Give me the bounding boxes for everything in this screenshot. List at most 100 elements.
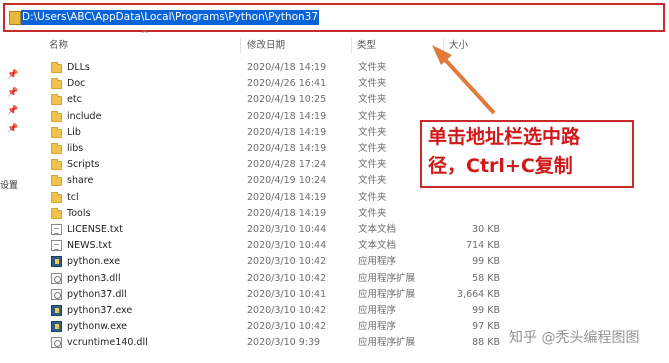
- file-size: 88 KB: [472, 337, 500, 349]
- file-size: 99 KB: [472, 256, 500, 268]
- file-type: 文件夹: [358, 159, 387, 171]
- exe-icon: [51, 256, 62, 268]
- column-header-name[interactable]: 名称: [49, 37, 68, 55]
- file-row[interactable]: DLLs 2020/4/18 14:19 文件夹: [0, 60, 669, 76]
- sort-up-icon: ^: [141, 30, 149, 40]
- annotation-text: 单击地址栏选中路 径，Ctrl+C复制: [428, 123, 633, 181]
- file-date: 2020/3/10 9:39: [247, 337, 321, 349]
- folder-icon: [51, 207, 62, 219]
- file-row[interactable]: python37.exe 2020/3/10 10:42 应用程序 99 KB: [0, 303, 669, 319]
- file-date: 2020/4/19 10:25: [247, 94, 327, 106]
- file-type: 文本文档: [358, 240, 397, 252]
- file-row[interactable]: NEWS.txt 2020/3/10 10:44 文本文档 714 KB: [0, 238, 669, 254]
- column-header-date[interactable]: 修改日期: [247, 37, 285, 55]
- column-divider[interactable]: [351, 38, 352, 53]
- file-type: 文件夹: [358, 143, 387, 154]
- text-icon: [51, 240, 62, 252]
- file-type: 文件夹: [358, 126, 387, 138]
- file-date: 2020/4/18 14:19: [247, 62, 327, 73]
- file-date: 2020/4/18 14:19: [247, 110, 327, 122]
- file-name: share: [67, 175, 94, 187]
- file-type: 应用程序: [358, 256, 397, 268]
- folder-icon: [51, 191, 62, 203]
- file-type: 应用程序扩展: [358, 288, 416, 300]
- address-path-selected[interactable]: D:\Users\ABC\AppData\Local\Programs\Pyth…: [21, 10, 320, 25]
- text-icon: [51, 224, 62, 235]
- file-name: python3.dll: [67, 272, 121, 284]
- exe-icon: [51, 305, 62, 316]
- file-type: 文件夹: [358, 110, 387, 122]
- file-date: 2020/3/10 10:42: [247, 321, 327, 333]
- file-date: 2020/4/26 16:41: [247, 78, 327, 90]
- file-type: 文件夹: [358, 62, 387, 73]
- file-type: 文件夹: [358, 94, 387, 106]
- file-date: 2020/4/19 10:24: [247, 175, 327, 187]
- file-row[interactable]: Doc 2020/4/26 16:41 文件夹: [0, 76, 669, 92]
- file-date: 2020/4/18 14:19: [247, 143, 327, 154]
- file-name: etc: [67, 94, 82, 106]
- file-size: 714 KB: [466, 240, 500, 252]
- dll-icon: [51, 272, 62, 284]
- watermark: 知乎 @秃头编程图图: [509, 330, 640, 346]
- column-header-type[interactable]: 类型: [357, 37, 376, 55]
- annotation-line-2: 径，Ctrl+C复制: [428, 155, 573, 177]
- annotation-line-1: 单击地址栏选中路: [428, 126, 581, 148]
- file-type: 应用程序: [358, 305, 397, 316]
- file-size: 58 KB: [472, 272, 500, 284]
- file-name: Scripts: [67, 159, 100, 171]
- address-bar[interactable]: D:\Users\ABC\AppData\Local\Programs\Pyth…: [3, 3, 665, 32]
- folder-icon: [51, 62, 62, 73]
- dll-icon: [51, 288, 62, 300]
- file-row[interactable]: etc 2020/4/19 10:25 文件夹: [0, 92, 669, 108]
- file-name: pythonw.exe: [67, 321, 128, 333]
- folder-icon: [51, 159, 62, 171]
- file-row[interactable]: python.exe 2020/3/10 10:42 应用程序 99 KB: [0, 254, 669, 270]
- file-size: 30 KB: [472, 224, 500, 235]
- file-name: Doc: [67, 78, 86, 90]
- file-type: 应用程序扩展: [358, 337, 416, 349]
- file-name: python37.exe: [67, 305, 133, 316]
- file-size: 97 KB: [472, 321, 500, 333]
- file-row[interactable]: python3.dll 2020/3/10 10:42 应用程序扩展 58 KB: [0, 271, 669, 287]
- file-date: 2020/3/10 10:41: [247, 288, 327, 300]
- file-name: include: [67, 110, 102, 122]
- file-name: python37.dll: [67, 288, 127, 300]
- folder-icon: [51, 143, 62, 154]
- file-date: 2020/4/18 14:19: [247, 207, 327, 219]
- file-date: 2020/3/10 10:44: [247, 240, 327, 252]
- file-type: 文件夹: [358, 207, 387, 219]
- column-divider[interactable]: [443, 38, 444, 53]
- file-name: tcl: [67, 191, 79, 203]
- file-name: Tools: [67, 207, 91, 219]
- column-divider[interactable]: [240, 38, 241, 53]
- folder-icon: [9, 11, 21, 25]
- file-type: 文本文档: [358, 224, 397, 235]
- file-row[interactable]: tcl 2020/4/18 14:19 文件夹: [0, 190, 669, 206]
- file-date: 2020/4/18 14:19: [247, 191, 327, 203]
- folder-icon: [51, 78, 62, 90]
- file-name: DLLs: [67, 62, 90, 73]
- file-date: 2020/3/10 10:42: [247, 256, 327, 268]
- file-name: LICENSE.txt: [67, 224, 123, 235]
- folder-icon: [51, 175, 62, 187]
- file-date: 2020/4/18 14:19: [247, 126, 327, 138]
- file-type: 文件夹: [358, 175, 387, 187]
- file-name: libs: [67, 143, 84, 154]
- column-header-size[interactable]: 大小: [449, 37, 468, 55]
- file-size: 3,664 KB: [457, 288, 500, 300]
- file-row[interactable]: python37.dll 2020/3/10 10:41 应用程序扩展 3,664 K…: [0, 287, 669, 303]
- folder-icon: [51, 110, 62, 122]
- file-name: vcruntime140.dll: [67, 337, 148, 349]
- file-type: 文件夹: [358, 78, 387, 90]
- file-name: NEWS.txt: [67, 240, 112, 252]
- file-row[interactable]: LICENSE.txt 2020/3/10 10:44 文本文档 30 KB: [0, 222, 669, 238]
- file-name: python.exe: [67, 256, 121, 268]
- dll-icon: [51, 337, 62, 349]
- exe-icon: [51, 321, 62, 333]
- folder-icon: [51, 94, 62, 106]
- file-type: 应用程序: [358, 321, 397, 333]
- folder-icon: [51, 126, 62, 138]
- file-date: 2020/4/28 17:24: [247, 159, 327, 171]
- file-row[interactable]: Tools 2020/4/18 14:19 文件夹: [0, 206, 669, 222]
- file-date: 2020/3/10 10:42: [247, 305, 327, 316]
